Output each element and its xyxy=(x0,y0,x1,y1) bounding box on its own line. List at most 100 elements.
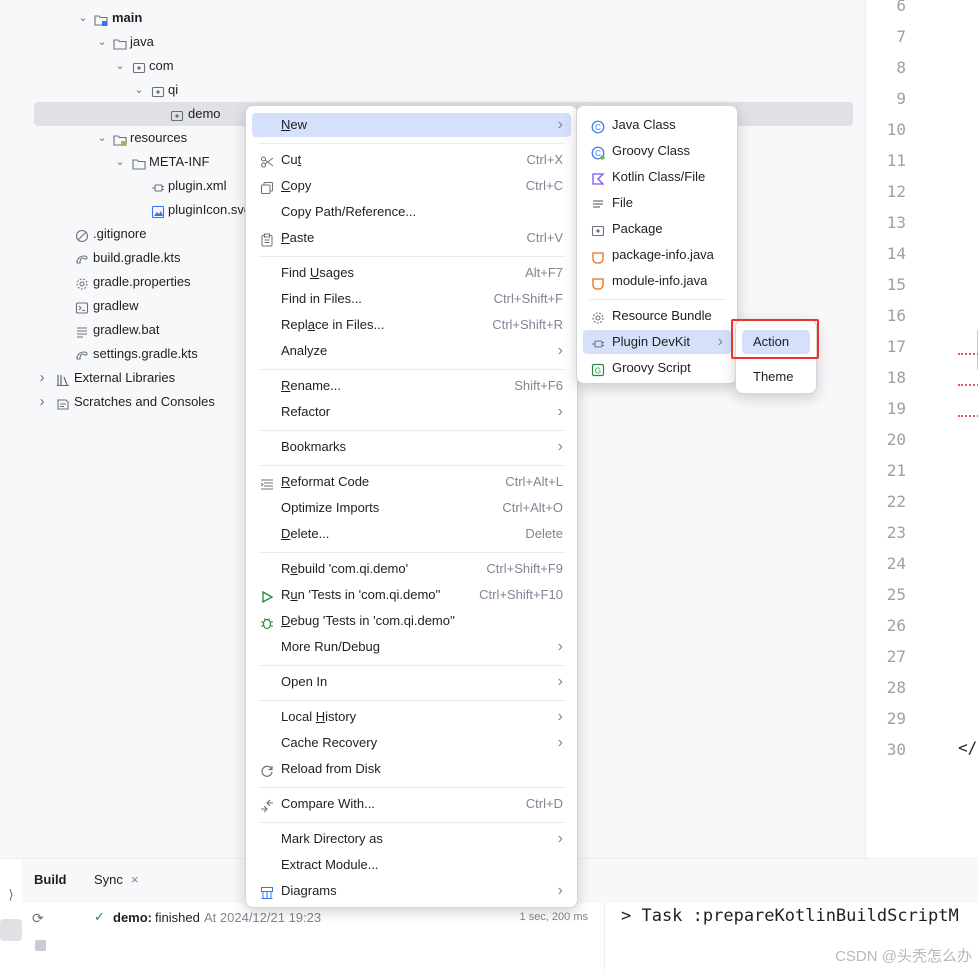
tree-row-main[interactable]: ⌄ main xyxy=(22,6,865,30)
tree-row-qi[interactable]: ⌄ qi xyxy=(22,78,865,102)
chevron-down-icon[interactable]: ⌄ xyxy=(95,126,109,150)
menu-item-replace-in-files[interactable]: Replace in Files... Ctrl+Shift+R xyxy=(252,313,571,337)
menu-item-analyze[interactable]: Analyze › xyxy=(252,339,571,363)
menu-item-plugin-devkit[interactable]: Plugin DevKit › xyxy=(583,330,731,354)
menu-item-theme[interactable]: Theme xyxy=(742,365,810,389)
menu-item-label: Copy xyxy=(281,178,312,193)
gear-icon xyxy=(591,309,605,324)
chevron-down-icon[interactable]: ⌄ xyxy=(113,150,127,174)
tool-window-icon[interactable]: ⟩ xyxy=(0,887,22,905)
tree-row-label: META-INF xyxy=(149,154,210,169)
error-underline xyxy=(958,383,978,386)
task-duration: 1 sec, 200 ms xyxy=(519,911,588,923)
tab-build[interactable]: Build xyxy=(34,872,67,887)
menu-item-label: More Run/Debug xyxy=(281,639,380,654)
menu-item-local-history[interactable]: Local History › xyxy=(252,705,571,729)
menu-item-mark-directory-as[interactable]: Mark Directory as › xyxy=(252,827,571,851)
menu-item-cache-recovery[interactable]: Cache Recovery › xyxy=(252,731,571,755)
menu-item-extract-module[interactable]: Extract Module... xyxy=(252,853,571,877)
menu-item-copy-path-reference[interactable]: Copy Path/Reference... xyxy=(252,200,571,224)
package-icon xyxy=(151,83,165,98)
tree-row-label: resources xyxy=(130,130,188,145)
chevron-down-icon[interactable]: ⌄ xyxy=(113,54,127,78)
stop-icon[interactable] xyxy=(35,940,46,951)
menu-item-package[interactable]: Package xyxy=(583,217,731,241)
menu-separator xyxy=(258,552,565,553)
menu-item-java-class[interactable]: C Java Class xyxy=(583,113,731,137)
folder-icon xyxy=(113,35,127,50)
chevron-down-icon[interactable]: ⌄ xyxy=(76,6,90,30)
svg-text:C: C xyxy=(595,149,601,158)
menu-item-label: Replace in Files... xyxy=(281,317,385,332)
menu-item-debug-tests-in-com-qi-demo[interactable]: Debug 'Tests in 'com.qi.demo'' xyxy=(252,609,571,633)
ignore-icon xyxy=(75,227,89,243)
chevron-right-icon: › xyxy=(557,438,563,455)
svg-text:G: G xyxy=(595,367,601,376)
menu-item-label: Rebuild 'com.qi.demo' xyxy=(281,561,409,576)
menu-item-bookmarks[interactable]: Bookmarks › xyxy=(252,435,571,459)
menu-item-more-run-debug[interactable]: More Run/Debug › xyxy=(252,635,571,659)
tab-sync[interactable]: Sync xyxy=(94,872,123,887)
tree-row-com[interactable]: ⌄ com xyxy=(22,54,865,78)
tree-row-label: settings.gradle.kts xyxy=(93,346,198,361)
gear-icon xyxy=(75,275,89,290)
menu-item-label: Refactor xyxy=(281,404,331,419)
line-number: 21 xyxy=(886,461,906,480)
menu-item-kotlin-class-file[interactable]: Kotlin Class/File xyxy=(583,165,731,189)
close-tab-icon[interactable]: × xyxy=(131,872,139,887)
chevron-right-icon: › xyxy=(717,333,723,350)
gradle-icon xyxy=(75,251,89,265)
menu-item-open-in[interactable]: Open In › xyxy=(252,670,571,694)
menu-item-cut[interactable]: Cut Ctrl+X xyxy=(252,148,571,172)
chevron-right-icon[interactable]: › xyxy=(35,390,49,414)
compare-icon xyxy=(260,797,274,813)
menu-item-shortcut: Ctrl+Alt+L xyxy=(505,474,563,489)
menu-item-refactor[interactable]: Refactor › xyxy=(252,400,571,424)
chevron-down-icon[interactable]: ⌄ xyxy=(95,30,109,54)
menu-item-groovy-script[interactable]: G Groovy Script xyxy=(583,356,731,380)
menu-item-file[interactable]: File xyxy=(583,191,731,215)
gradle-icon xyxy=(75,347,89,361)
svg-text:C: C xyxy=(595,123,601,132)
menu-item-copy[interactable]: Copy Ctrl+C xyxy=(252,174,571,198)
hammer-icon[interactable] xyxy=(0,919,22,941)
line-number: 25 xyxy=(886,585,906,604)
menu-item-shortcut: Ctrl+D xyxy=(525,796,563,811)
menu-item-rename[interactable]: Rename... Shift+F6 xyxy=(252,374,571,398)
menu-item-compare-with[interactable]: Compare With... Ctrl+D xyxy=(252,792,571,816)
line-number: 13 xyxy=(886,213,906,232)
menu-item-reformat-code[interactable]: Reformat Code Ctrl+Alt+L xyxy=(252,470,571,494)
menu-item-find-usages[interactable]: Find Usages Alt+F7 xyxy=(252,261,571,285)
menu-item-label: Run 'Tests in 'com.qi.demo'' xyxy=(281,587,441,602)
console-line: > Task :prepareKotlinBuildScriptM xyxy=(621,906,959,926)
menu-item-package-info-java[interactable]: package-info.java xyxy=(583,243,731,267)
menu-item-groovy-class[interactable]: C Groovy Class xyxy=(583,139,731,163)
tree-row-label: qi xyxy=(168,82,179,97)
menu-item-optimize-imports[interactable]: Optimize Imports Ctrl+Alt+O xyxy=(252,496,571,520)
menu-item-new[interactable]: New › xyxy=(252,113,571,137)
menu-item-rebuild-com-qi-demo[interactable]: Rebuild 'com.qi.demo' Ctrl+Shift+F9 xyxy=(252,557,571,581)
chevron-right-icon[interactable]: › xyxy=(35,366,49,390)
menu-separator xyxy=(589,299,725,300)
image-icon xyxy=(151,203,165,219)
menu-item-diagrams[interactable]: Diagrams › xyxy=(252,879,571,903)
menu-item-resource-bundle[interactable]: Resource Bundle xyxy=(583,304,731,328)
reformat-icon xyxy=(260,475,274,490)
diagram-icon xyxy=(260,884,274,899)
tree-row-java[interactable]: ⌄ java xyxy=(22,30,865,54)
file-icon xyxy=(591,196,605,210)
menu-item-paste[interactable]: Paste Ctrl+V xyxy=(252,226,571,250)
editor-gutter: 6 7 8 9 10 11 12 13 14 15 16 17 18 19 20 21 22 23 24 25 26 27… xyxy=(865,0,978,858)
menu-item-run-tests-in-com-qi-demo[interactable]: Run 'Tests in 'com.qi.demo'' Ctrl+Shift+F… xyxy=(252,583,571,607)
menu-item-label: Cut xyxy=(281,152,302,167)
sync-icon[interactable]: ⟳ xyxy=(32,910,44,927)
menu-item-find-in-files[interactable]: Find in Files... Ctrl+Shift+F xyxy=(252,287,571,311)
package-icon xyxy=(132,59,146,74)
library-icon xyxy=(56,371,70,387)
menu-item-reload-from-disk[interactable]: Reload from Disk xyxy=(252,757,571,781)
tree-row-label: plugin.xml xyxy=(168,178,227,193)
chevron-down-icon[interactable]: ⌄ xyxy=(132,78,146,102)
menu-item-module-info-java[interactable]: module-info.java xyxy=(583,269,731,293)
task-name[interactable]: demo: xyxy=(113,910,152,925)
menu-item-delete[interactable]: Delete... Delete xyxy=(252,522,571,546)
